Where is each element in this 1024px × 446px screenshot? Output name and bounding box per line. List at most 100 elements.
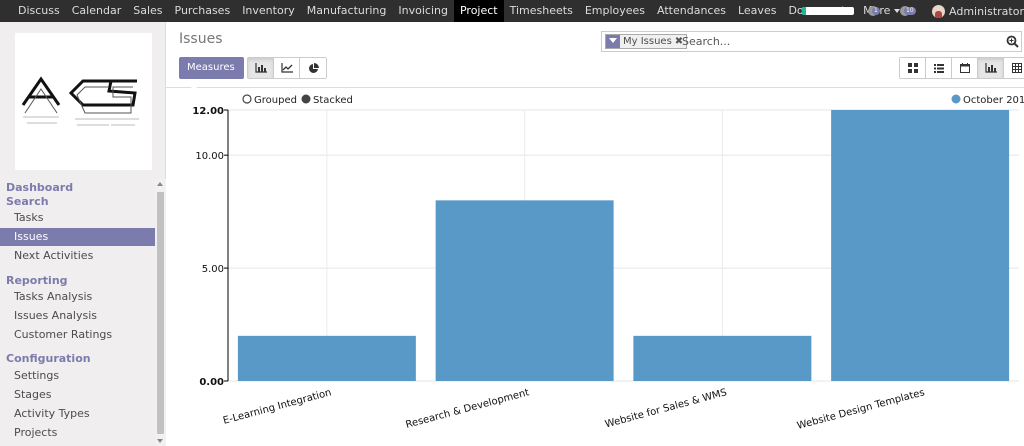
chart-bars xyxy=(237,110,1010,381)
sidebar-item-tasks[interactable]: Tasks xyxy=(0,209,155,227)
sidebar-item-tasks-analysis[interactable]: Tasks Analysis xyxy=(0,288,155,306)
legend-swatch xyxy=(951,94,961,104)
stacked-toggle[interactable]: Stacked xyxy=(301,94,353,107)
menu-employees[interactable]: Employees xyxy=(579,0,651,22)
acs-logo xyxy=(21,76,139,126)
chart-bar[interactable] xyxy=(435,200,614,381)
grouped-toggle[interactable]: Grouped xyxy=(242,94,297,106)
top-navbar: Discuss Calendar Sales Purchases Invento… xyxy=(0,0,1024,22)
chart-bar[interactable] xyxy=(831,110,1010,381)
line-chart-icon xyxy=(280,63,293,73)
page-title: Issues xyxy=(179,31,223,47)
search-input[interactable] xyxy=(682,34,992,49)
y-axis: 0.00 5.00 10.00 12.00 xyxy=(192,106,229,388)
scrollbar-thumb[interactable] xyxy=(157,192,164,434)
x-tick-label: Research & Development xyxy=(405,387,531,431)
pivot-view-button[interactable] xyxy=(1004,58,1024,78)
bar-chart-button[interactable] xyxy=(248,58,274,78)
y-tick-label: 10.00 xyxy=(195,151,224,162)
sidebar-item-issues-analysis[interactable]: Issues Analysis xyxy=(0,307,155,325)
scroll-up-icon[interactable] xyxy=(157,182,163,186)
chart-bar[interactable] xyxy=(633,335,812,381)
sidebar-item-stages[interactable]: Stages xyxy=(0,386,155,404)
systray: 1 10 Administrator xyxy=(802,0,1024,22)
list-view-button[interactable] xyxy=(926,58,952,78)
bar-mode-control: Grouped Stacked xyxy=(242,94,353,107)
sidebar-scrollbar[interactable] xyxy=(155,179,166,446)
view-switcher xyxy=(899,57,1024,79)
list-icon xyxy=(933,63,944,73)
user-name: Administrator xyxy=(949,4,1024,18)
x-tick-label: E-Learning Integration xyxy=(222,387,333,427)
search-bar[interactable]: My Issues ✖ xyxy=(601,31,1022,52)
message-badge: 10 xyxy=(904,7,916,15)
menu-project[interactable]: Project xyxy=(453,0,504,22)
control-panel: Issues My Issues ✖ Measures xyxy=(166,22,1024,91)
menu-leaves[interactable]: Leaves xyxy=(732,0,782,22)
menu-inventory[interactable]: Inventory xyxy=(236,0,301,22)
filter-icon xyxy=(606,35,620,48)
menu-calendar[interactable]: Calendar xyxy=(66,0,127,22)
activity-badge: 1 xyxy=(872,7,880,15)
pie-chart-button[interactable] xyxy=(300,58,326,78)
messages-button[interactable]: 10 xyxy=(900,4,918,18)
measures-label: Measures xyxy=(187,62,235,73)
sidebar-item-projects[interactable]: Projects xyxy=(0,424,155,442)
y-tick-label: 12.00 xyxy=(192,106,224,117)
calendar-view-button[interactable] xyxy=(952,58,978,78)
sidebar-item-settings[interactable]: Settings xyxy=(0,367,155,385)
menu-manufacturing[interactable]: Manufacturing xyxy=(301,0,393,22)
company-logo xyxy=(15,33,152,170)
progress-bar xyxy=(802,7,854,15)
pivot-table-icon xyxy=(1012,63,1022,73)
y-tick-label: 0.00 xyxy=(199,377,224,388)
search-icon[interactable] xyxy=(1006,35,1019,48)
pie-chart-icon xyxy=(308,62,319,73)
x-tick-label: Website for Sales & WMS xyxy=(604,387,728,430)
stacked-label: Stacked xyxy=(313,95,353,106)
measures-button[interactable]: Measures xyxy=(179,57,244,91)
progress-fill xyxy=(802,7,807,15)
line-chart-button[interactable] xyxy=(274,58,300,78)
menu-sales[interactable]: Sales xyxy=(127,0,168,22)
graph-view: 0.00 5.00 10.00 12.00 E-Learning Integratio… xyxy=(166,88,1024,446)
sidebar-item-customer-ratings[interactable]: Customer Ratings xyxy=(0,326,155,344)
sidebar-item-issues[interactable]: Issues xyxy=(0,228,155,246)
user-menu[interactable]: Administrator xyxy=(932,4,1024,18)
bar-chart: 0.00 5.00 10.00 12.00 E-Learning Integratio… xyxy=(192,94,1024,432)
activity-button[interactable]: 1 xyxy=(868,4,886,18)
sidebar-item-activity-types[interactable]: Activity Types xyxy=(0,405,155,423)
graph-icon xyxy=(984,63,997,73)
chart-legend[interactable]: October 2017 xyxy=(951,94,1024,107)
sidebar: Dashboard Search Tasks Issues Next Activ… xyxy=(0,22,166,446)
bar-chart-icon xyxy=(254,63,267,73)
app-menu: Discuss Calendar Sales Purchases Invento… xyxy=(12,0,906,22)
sidebar-section-dashboard[interactable]: Dashboard xyxy=(6,181,73,194)
menu-timesheets[interactable]: Timesheets xyxy=(504,0,579,22)
scroll-down-icon[interactable] xyxy=(157,439,163,443)
kanban-icon xyxy=(907,63,918,73)
calendar-icon xyxy=(959,63,970,73)
search-facet: My Issues ✖ xyxy=(605,34,688,49)
legend-label: October 2017 xyxy=(963,95,1024,106)
x-tick-label: Website Design Templates xyxy=(796,387,926,432)
grouped-label: Grouped xyxy=(254,95,297,106)
grouped-radio[interactable] xyxy=(242,94,252,104)
chart-bar[interactable] xyxy=(237,335,416,381)
avatar xyxy=(932,4,945,18)
kanban-view-button[interactable] xyxy=(900,58,926,78)
y-tick-label: 5.00 xyxy=(202,264,224,275)
menu-purchases[interactable]: Purchases xyxy=(169,0,237,22)
sidebar-item-next-activities[interactable]: Next Activities xyxy=(0,247,155,265)
facet-label: My Issues xyxy=(623,36,672,47)
menu-discuss[interactable]: Discuss xyxy=(12,0,66,22)
sidebar-section-search: Search xyxy=(6,195,49,208)
menu-invoicing[interactable]: Invoicing xyxy=(392,0,454,22)
graph-view-button[interactable] xyxy=(978,58,1004,78)
sidebar-section-configuration: Configuration xyxy=(6,352,91,365)
sidebar-section-reporting: Reporting xyxy=(6,274,68,287)
x-axis-labels: E-Learning Integration Research & Develop… xyxy=(222,387,926,432)
stacked-radio[interactable] xyxy=(301,94,311,104)
menu-attendances[interactable]: Attendances xyxy=(651,0,732,22)
chart-type-switcher xyxy=(247,57,327,79)
